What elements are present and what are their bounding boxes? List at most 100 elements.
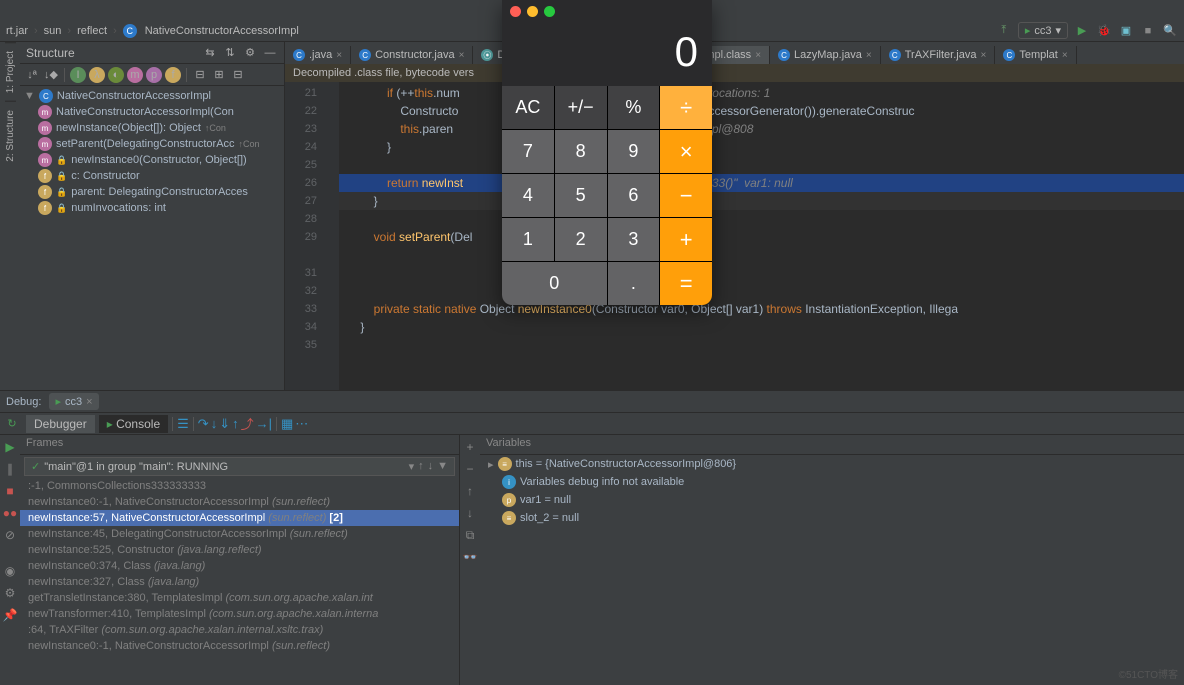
debug-icon[interactable]: 🐞 [1096, 23, 1112, 39]
calc-titlebar[interactable] [502, 0, 712, 22]
next-frame-icon[interactable]: ↓ [428, 460, 434, 473]
mute-bp-icon[interactable]: ⊘ [2, 527, 18, 543]
step-into-icon[interactable]: ↓ [211, 416, 218, 431]
pin-icon[interactable]: 📌 [2, 607, 18, 623]
stack-frame[interactable]: newInstance0:374, Class (java.lang) [20, 558, 459, 574]
force-step-into-icon[interactable]: ⇓ [219, 416, 230, 432]
code-body[interactable]: if (++this.num ry.inflationThreshold()) … [339, 82, 1184, 390]
code-editor[interactable]: 212223242526272829 3132333435 if (++this… [285, 82, 1184, 390]
calc-key-+[interactable]: + [660, 218, 712, 261]
close-icon[interactable]: × [866, 50, 872, 61]
collapse-all-icon[interactable]: ⊟ [230, 67, 246, 83]
tree-member[interactable]: f🔒parent: DelegatingConstructorAcces [20, 184, 284, 200]
calc-key-+/−[interactable]: +/− [555, 86, 607, 129]
code-line[interactable] [339, 246, 1184, 264]
tree-member[interactable]: f🔒numInvocations: int [20, 200, 284, 216]
stack-frame[interactable]: getTransletInstance:380, TemplatesImpl (… [20, 590, 459, 606]
stack-frame[interactable]: newInstance:327, Class (java.lang) [20, 574, 459, 590]
code-line[interactable] [339, 336, 1184, 354]
build-icon[interactable]: ⤒ [996, 23, 1012, 39]
sort-alpha-icon[interactable]: ↓ª [24, 67, 40, 83]
calc-key-AC[interactable]: AC [502, 86, 554, 129]
structure-expand-icon[interactable]: ⇆ [202, 45, 218, 61]
calc-key-5[interactable]: 5 [555, 174, 607, 217]
stack-frame[interactable]: :-1, CommonsCollections333333333 [20, 478, 459, 494]
code-line[interactable]: private static native Object newInstance… [339, 300, 1184, 318]
close-icon[interactable]: × [336, 50, 342, 61]
down-icon[interactable]: ↓ [462, 505, 478, 521]
filter-icon[interactable]: ▼ [437, 460, 448, 473]
filter-anon-icon[interactable]: ◐ [108, 67, 124, 83]
resume-icon[interactable]: ▶ [2, 439, 18, 455]
step-over-icon[interactable]: ↷ [198, 416, 209, 432]
tree-member[interactable]: msetParent(DelegatingConstructorAcc↑Con [20, 136, 284, 152]
prev-frame-icon[interactable]: ↑ [418, 460, 424, 473]
autoscroll-icon[interactable]: ⊟ [192, 67, 208, 83]
close-icon[interactable]: × [755, 50, 761, 61]
stack-frame[interactable]: newTransformer:410, TemplatesImpl (com.s… [20, 606, 459, 622]
run-to-cursor-icon[interactable]: →| [256, 416, 272, 431]
code-line[interactable] [339, 264, 1184, 282]
structure-tab[interactable]: 2: Structure [5, 101, 16, 170]
search-everywhere-icon[interactable]: 🔍 [1162, 23, 1178, 39]
chevron-down-icon[interactable]: ▾ [409, 460, 415, 473]
stack-frame[interactable]: newInstance:45, DelegatingConstructorAcc… [20, 526, 459, 542]
stack-frame[interactable]: newInstance0:-1, NativeConstructorAccess… [20, 494, 459, 510]
rerun-icon[interactable]: ↻ [4, 416, 20, 432]
show-exec-point-icon[interactable]: ☰ [177, 416, 189, 432]
tree-member[interactable]: mNativeConstructorAccessorImpl(Con [20, 104, 284, 120]
code-line[interactable]: this.paren DelegatingConstructorAccessor… [339, 120, 1184, 138]
variable-row[interactable]: iVariables debug info not available [480, 473, 1184, 491]
stack-frame[interactable]: newInstance0:-1, NativeConstructorAccess… [20, 638, 459, 654]
code-line[interactable] [339, 210, 1184, 228]
filter-f-icon[interactable]: f [165, 67, 181, 83]
structure-collapse-icon[interactable]: ⇅ [222, 45, 238, 61]
thread-dump-icon[interactable]: ◉ [2, 563, 18, 579]
editor-tab[interactable]: CLazyMap.java× [770, 46, 881, 64]
settings-icon[interactable]: ⚙ [2, 585, 18, 601]
code-line[interactable]: if (++this.num ry.inflationThreshold()) … [339, 84, 1184, 102]
stop-icon[interactable]: ■ [1140, 23, 1156, 39]
calc-key-÷[interactable]: ÷ [660, 86, 712, 129]
filter-i-icon[interactable]: I [70, 67, 86, 83]
expand-all-icon[interactable]: ⊞ [211, 67, 227, 83]
filter-m-icon[interactable]: m [127, 67, 143, 83]
code-line[interactable]: } [339, 192, 1184, 210]
calc-key-8[interactable]: 8 [555, 130, 607, 173]
calc-key-0[interactable]: 0 [502, 262, 607, 305]
tree-root[interactable]: ▼ C NativeConstructorAccessorImpl [20, 88, 284, 104]
filter-lambda-icon[interactable]: λ [89, 67, 105, 83]
calc-key-3[interactable]: 3 [608, 218, 660, 261]
trace-icon[interactable]: ⋯ [295, 416, 308, 432]
stack-frame[interactable]: newInstance:525, Constructor (java.lang.… [20, 542, 459, 558]
stack-frame[interactable]: :64, TrAXFilter (com.sun.org.apache.xala… [20, 622, 459, 638]
copy-icon[interactable]: ⧉ [462, 527, 478, 543]
calculator-window[interactable]: 0 AC+/−%÷789×456−123+0.= [502, 0, 712, 305]
editor-tab[interactable]: C.java× [285, 46, 351, 64]
code-line[interactable]: } [339, 138, 1184, 156]
filter-p-icon[interactable]: p [146, 67, 162, 83]
editor-tab[interactable]: CTrAXFilter.java× [881, 46, 996, 64]
calc-key-9[interactable]: 9 [608, 130, 660, 173]
close-icon[interactable] [510, 6, 521, 17]
code-line[interactable] [339, 282, 1184, 300]
stop-icon[interactable]: ■ [2, 483, 18, 499]
step-out-icon[interactable]: ↑ [232, 416, 239, 431]
console-tab[interactable]: ▸ Console [99, 415, 168, 433]
variable-row[interactable]: ▸≡this = {NativeConstructorAccessorImpl@… [480, 455, 1184, 473]
new-watch-icon[interactable]: + [462, 439, 478, 455]
pause-icon[interactable]: ∥ [2, 461, 18, 477]
tree-member[interactable]: f🔒c: Constructor [20, 168, 284, 184]
maximize-icon[interactable] [544, 6, 555, 17]
run-config-selector[interactable]: ▸cc3 ▾ [1018, 22, 1068, 39]
hide-icon[interactable]: — [262, 45, 278, 61]
code-line[interactable]: } [339, 318, 1184, 336]
variable-row[interactable]: ≡slot_2 = null [480, 509, 1184, 527]
calc-key-1[interactable]: 1 [502, 218, 554, 261]
calc-key-%[interactable]: % [608, 86, 660, 129]
code-line[interactable] [339, 156, 1184, 174]
calc-key-×[interactable]: × [660, 130, 712, 173]
code-line[interactable]: return newInst ic CommonsCollections3333… [339, 174, 1184, 192]
chevron-right-icon[interactable]: ▸ [488, 458, 494, 471]
close-icon[interactable]: × [980, 50, 986, 61]
